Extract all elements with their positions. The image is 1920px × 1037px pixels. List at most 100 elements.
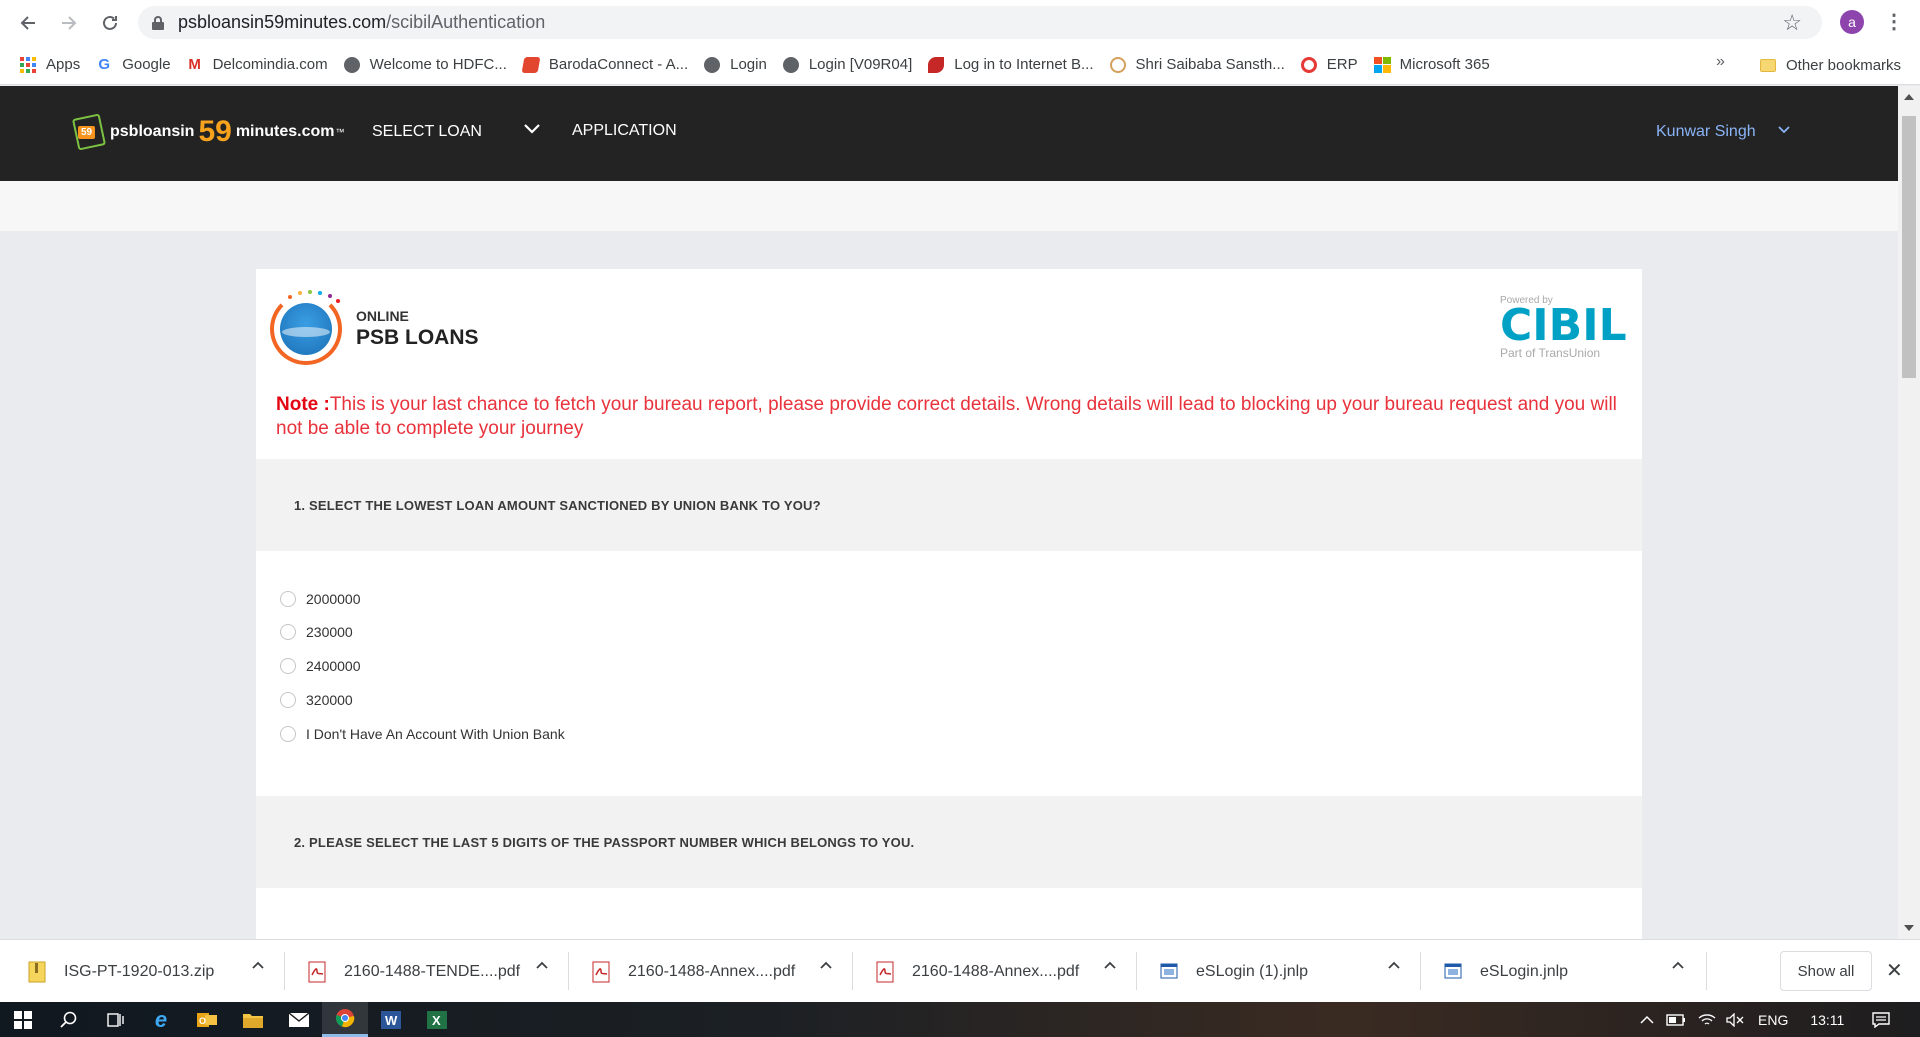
task-view-icon[interactable] [92, 1002, 138, 1037]
nav-application[interactable]: APPLICATION [572, 122, 677, 140]
bookmark-erp[interactable]: ERP [1293, 51, 1366, 79]
forward-arrow-icon[interactable] [54, 8, 84, 38]
option-230000[interactable]: 230000 [280, 624, 353, 640]
bookmark-microsoft365[interactable]: Microsoft 365 [1366, 51, 1498, 79]
bookmark-login[interactable]: Login [696, 51, 775, 79]
divider [852, 952, 853, 990]
option-no-account[interactable]: I Don't Have An Account With Union Bank [280, 726, 565, 742]
download-caret-icon[interactable] [250, 958, 266, 974]
profile-avatar[interactable]: a [1840, 10, 1864, 34]
clock-time[interactable]: 13:11 [1810, 1012, 1844, 1028]
address-bar[interactable]: psbloansin59minutes.com/scibilAuthentica… [138, 6, 1822, 39]
bookmark-internet-banking[interactable]: Log in to Internet B... [920, 51, 1101, 79]
internet-explorer-icon[interactable]: e [138, 1002, 184, 1037]
wifi-icon[interactable] [1698, 1013, 1716, 1027]
windows-taskbar: e O W X ENG 13:11 [0, 1002, 1920, 1037]
bookmark-label: Microsoft 365 [1399, 56, 1490, 73]
download-caret-icon[interactable] [1386, 958, 1402, 974]
download-item-jnlp-1[interactable]: eSLogin (1).jnlp [1160, 940, 1308, 1003]
close-icon[interactable]: ✕ [1886, 958, 1903, 983]
tray-expand-icon[interactable] [1640, 1015, 1654, 1025]
nav-select-loan[interactable]: SELECT LOAN [372, 123, 482, 141]
cibil-wordmark: CIBIL [1500, 300, 1627, 351]
psb-globe-icon [270, 290, 342, 365]
scroll-up-icon[interactable] [1904, 94, 1914, 100]
download-caret-icon[interactable] [534, 958, 550, 974]
download-caret-icon[interactable] [818, 958, 834, 974]
excel-icon[interactable]: X [414, 1002, 460, 1037]
download-caret-icon[interactable] [1102, 958, 1118, 974]
folder-icon [1760, 58, 1776, 72]
radio-button[interactable] [280, 726, 296, 742]
lock-icon[interactable] [152, 15, 164, 30]
svg-text:W: W [385, 1013, 398, 1028]
download-name: eSLogin.jnlp [1480, 962, 1569, 980]
logo-text-domain: minutes.com [235, 123, 335, 140]
chevron-down-icon[interactable] [522, 118, 542, 138]
svg-text:O: O [199, 1016, 206, 1026]
radio-button[interactable] [280, 591, 296, 607]
option-2400000[interactable]: 2400000 [280, 658, 361, 674]
chrome-icon[interactable] [322, 1002, 368, 1037]
divider [1420, 952, 1421, 990]
outlook-icon[interactable]: O [184, 1002, 230, 1037]
baroda-icon [521, 56, 541, 73]
bookmark-google[interactable]: G Google [88, 51, 178, 79]
bookmark-login-v09r04[interactable]: Login [V09R04] [775, 51, 920, 79]
download-name: 2160-1488-Annex....pdf [628, 962, 796, 980]
battery-icon[interactable] [1666, 1013, 1686, 1026]
radio-button[interactable] [280, 624, 296, 640]
back-arrow-icon[interactable] [13, 8, 43, 38]
svg-text:X: X [432, 1013, 441, 1028]
logo-trademark: ™ [335, 127, 345, 137]
temple-icon [1109, 56, 1126, 73]
bookmark-label: Apps [46, 56, 81, 73]
download-item-pdf-2[interactable]: 2160-1488-Annex....pdf [592, 940, 795, 1003]
download-item-pdf-3[interactable]: 2160-1488-Annex....pdf [876, 940, 1079, 1003]
radio-button[interactable] [280, 658, 296, 674]
divider [568, 952, 569, 990]
bookmark-label: ERP [1326, 56, 1358, 73]
reload-icon[interactable] [95, 8, 125, 38]
pdf-file-icon [876, 961, 894, 983]
bookmarks-overflow-icon[interactable]: » [1716, 53, 1725, 71]
browser-menu-icon[interactable]: ⋮ [1884, 9, 1904, 34]
pdf-file-icon [592, 961, 610, 983]
volume-muted-icon[interactable] [1726, 1012, 1744, 1027]
other-bookmarks[interactable]: Other bookmarks [1752, 51, 1909, 79]
radio-button[interactable] [280, 692, 296, 708]
option-2000000[interactable]: 2000000 [280, 591, 361, 607]
warning-note: Note :This is your last chance to fetch … [276, 393, 1626, 441]
bookmark-star-icon[interactable]: ☆ [1782, 10, 1802, 36]
file-explorer-icon[interactable] [230, 1002, 276, 1037]
bookmark-delcomindia[interactable]: M Delcomindia.com [179, 51, 336, 79]
search-icon[interactable] [46, 1002, 92, 1037]
user-chevron-down-icon[interactable] [1776, 122, 1792, 138]
download-caret-icon[interactable] [1670, 958, 1686, 974]
divider [1706, 952, 1707, 990]
show-all-button[interactable]: Show all [1780, 951, 1872, 991]
question-2-header: 2. PLEASE SELECT THE LAST 5 DIGITS OF TH… [256, 796, 1642, 888]
system-tray: ENG 13:11 [1640, 1002, 1891, 1037]
download-item-jnlp-2[interactable]: eSLogin.jnlp [1444, 940, 1568, 1003]
windows-start-icon[interactable] [0, 1002, 46, 1037]
download-item-zip[interactable]: ISG-PT-1920-013.zip [28, 940, 214, 1003]
site-logo[interactable]: 59 psbloansin 59 minutes.com ™ [71, 112, 345, 152]
bookmark-hdfc[interactable]: Welcome to HDFC... [336, 51, 515, 79]
bookmarks-bar: Apps G Google M Delcomindia.com Welcome … [0, 45, 1920, 85]
bookmark-saibaba[interactable]: Shri Saibaba Sansth... [1102, 51, 1293, 79]
bookmark-barodaconnect[interactable]: BarodaConnect - A... [515, 51, 696, 79]
notifications-icon[interactable] [1872, 1011, 1891, 1028]
word-icon[interactable]: W [368, 1002, 414, 1037]
user-menu[interactable]: Kunwar Singh [1656, 123, 1756, 141]
bookmark-apps[interactable]: Apps [12, 51, 88, 79]
download-shelf: ISG-PT-1920-013.zip 2160-1488-TENDE....p… [0, 939, 1920, 1002]
language-indicator[interactable]: ENG [1758, 1012, 1788, 1028]
scroll-thumb[interactable] [1902, 116, 1916, 378]
download-item-pdf-1[interactable]: 2160-1488-TENDE....pdf [308, 940, 520, 1003]
page-scrollbar[interactable] [1898, 86, 1920, 939]
mail-icon[interactable] [276, 1002, 322, 1037]
option-320000[interactable]: 320000 [280, 692, 353, 708]
scroll-down-icon[interactable] [1904, 925, 1914, 931]
bank-icon [928, 56, 945, 73]
